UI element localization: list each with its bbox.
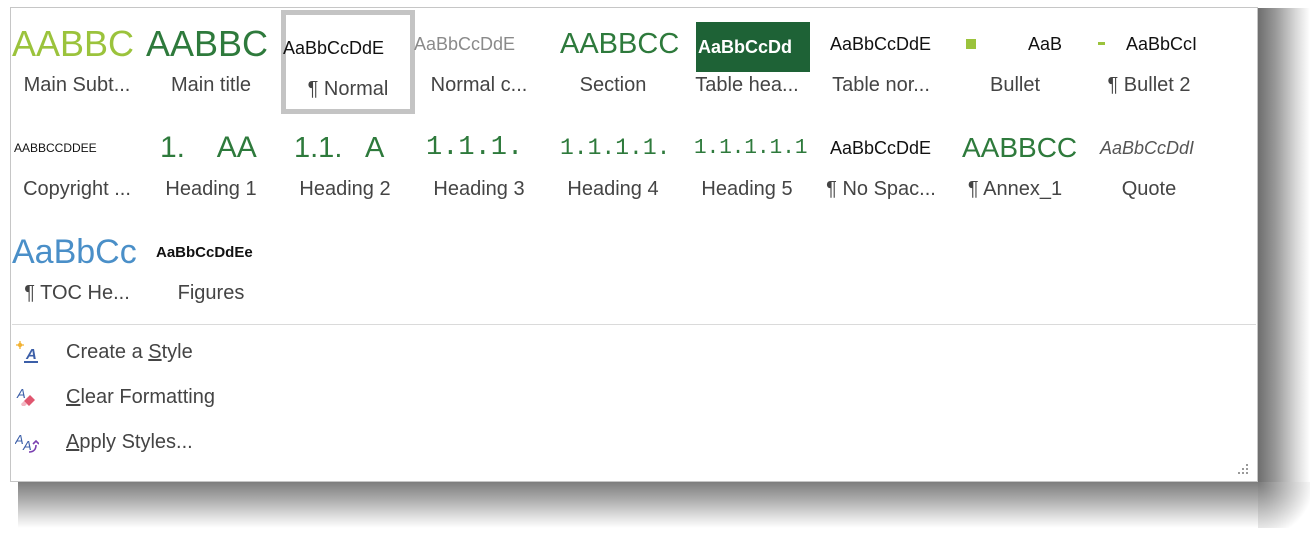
style-preview: AaBbCcDdE <box>830 137 932 158</box>
style-preview: AaBbCcDdE <box>283 37 385 58</box>
style-preview: AaBbCcDdE <box>414 33 516 54</box>
style-preview: AaBbCcDdEe <box>156 243 253 261</box>
style-label: ¶ Normal <box>307 78 389 100</box>
style-label: ¶ Bullet 2 <box>1107 74 1191 96</box>
style-table-normal[interactable]: AaBbCcDdE Table nor... <box>814 6 948 110</box>
dash-bullet-icon <box>1098 42 1105 45</box>
style-heading-5[interactable]: 1.1.1.1.1 Heading 5 <box>680 110 814 214</box>
style-label: Figures <box>177 282 245 304</box>
style-preview: AaBbCc <box>12 232 137 271</box>
style-label: Heading 2 <box>299 178 391 200</box>
style-label: Table hea... <box>695 74 799 96</box>
style-main-title[interactable]: AABBC Main title <box>144 6 278 110</box>
style-preview: AABBCCDDEE <box>14 141 97 155</box>
svg-text:A: A <box>25 346 37 363</box>
style-label: Heading 4 <box>567 178 659 200</box>
style-heading-1[interactable]: 1. AA Heading 1 <box>144 110 278 214</box>
style-preview: AaB <box>1028 33 1063 54</box>
style-preview: 1.1.1. . <box>426 133 524 163</box>
style-label: Normal c... <box>430 74 528 96</box>
style-label: ¶ Annex_1 <box>967 178 1063 200</box>
style-label: Heading 5 <box>701 178 793 200</box>
style-annex-1[interactable]: AABBCC ¶ Annex_1 <box>948 110 1082 214</box>
style-main-subtitle[interactable]: AABBC Main Subt... <box>10 6 144 110</box>
style-label: Table nor... <box>832 74 930 96</box>
style-preview: 1. AA <box>160 131 257 164</box>
style-normal-c[interactable]: AaBbCcDdE Normal c... <box>412 6 546 110</box>
clear-formatting-button[interactable]: A Clear Formatting <box>14 377 215 417</box>
new-style-icon: A <box>14 339 40 365</box>
style-label: Section <box>579 74 647 96</box>
resize-grip-icon[interactable] <box>1236 462 1250 476</box>
style-label: ¶ TOC He... <box>24 282 130 304</box>
clear-formatting-label: Clear Formatting <box>66 385 215 408</box>
create-style-button[interactable]: A Create a Style <box>14 332 193 372</box>
style-label: Main Subt... <box>23 74 131 96</box>
style-preview: 1.1.1.1. <box>560 135 671 161</box>
style-normal[interactable]: AaBbCcDdE ¶ Normal <box>281 10 415 114</box>
style-preview: AaBbCcI <box>1126 33 1198 54</box>
svg-text:A: A <box>16 386 26 401</box>
style-preview: AaBbCcDd <box>696 22 810 72</box>
style-toc-heading[interactable]: AaBbCc ¶ TOC He... <box>10 214 144 318</box>
style-copyright[interactable]: AABBCCDDEE Copyright ... <box>10 110 144 214</box>
style-preview: AaBbCcDdI <box>1100 137 1195 158</box>
style-heading-2[interactable]: 1.1. A Heading 2 <box>278 110 412 214</box>
style-preview: AaBbCcDdE <box>830 33 932 54</box>
style-label: Heading 1 <box>165 178 257 200</box>
style-preview: AABBCC <box>962 132 1078 163</box>
style-label: Quote <box>1121 178 1177 200</box>
style-label: Bullet <box>989 74 1041 96</box>
style-preview: AABBC <box>12 23 135 64</box>
style-table-header[interactable]: AaBbCcDd Table hea... <box>680 6 814 110</box>
style-preview: AABBCC <box>560 27 680 60</box>
square-bullet-icon <box>966 39 976 49</box>
apply-styles-label: Apply Styles... <box>66 430 193 453</box>
style-bullet[interactable]: AaB Bullet <box>948 6 1082 110</box>
apply-styles-button[interactable]: A A Apply Styles... <box>14 422 193 462</box>
style-label: Copyright ... <box>23 178 131 200</box>
style-bullet-2[interactable]: AaBbCcI ¶ Bullet 2 <box>1082 6 1216 110</box>
style-heading-3[interactable]: 1.1.1. . Heading 3 <box>412 110 546 214</box>
gallery-separator <box>12 324 1256 325</box>
style-figures[interactable]: AaBbCcDdEe Figures <box>144 214 278 318</box>
style-preview: 1.1. A <box>294 131 385 164</box>
apply-styles-icon: A A <box>14 429 40 455</box>
style-no-spacing[interactable]: AaBbCcDdE ¶ No Spac... <box>814 110 948 214</box>
style-preview: AABBC <box>146 23 269 64</box>
style-quote[interactable]: AaBbCcDdI Quote <box>1082 110 1216 214</box>
style-section[interactable]: AABBCC Section <box>546 6 680 110</box>
style-label: Main title <box>170 74 252 96</box>
style-label: Heading 3 <box>433 178 525 200</box>
style-label: ¶ No Spac... <box>826 178 936 200</box>
create-style-label: Create a Style <box>66 340 193 363</box>
style-preview: 1.1.1.1.1 <box>694 136 808 160</box>
svg-text:A: A <box>22 438 32 453</box>
style-heading-4[interactable]: 1.1.1.1. Heading 4 <box>546 110 680 214</box>
eraser-icon: A <box>14 384 40 410</box>
